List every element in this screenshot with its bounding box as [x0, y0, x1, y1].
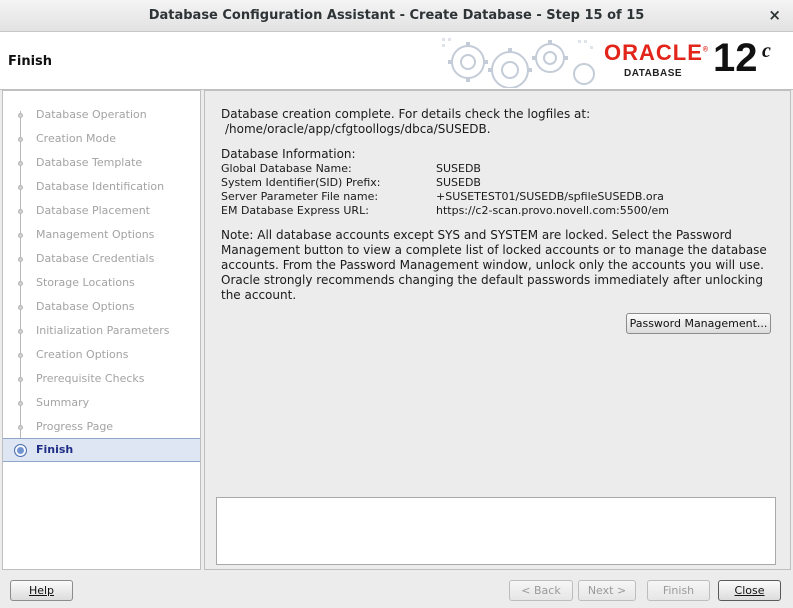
header-banner: Finish ORACLE® DATABASE 12 c — [0, 32, 793, 90]
step-dot-icon — [18, 233, 23, 238]
info-key: System Identifier(SID) Prefix: — [221, 176, 381, 189]
oracle-logo-word: ORACLE® — [604, 40, 710, 65]
step-dot-icon — [18, 305, 23, 310]
nav-step-management-options: Management Options — [3, 223, 200, 247]
step-dot-icon — [18, 161, 23, 166]
version-suffix: c — [762, 40, 771, 62]
info-row-spfile: Server Parameter File name: +SUSETEST01/… — [221, 190, 664, 203]
info-value: SUSEDB — [436, 176, 481, 189]
message-area — [216, 497, 776, 565]
info-value: +SUSETEST01/SUSEDB/spfileSUSEDB.ora — [436, 190, 664, 203]
version-number: 12 — [713, 36, 758, 80]
nav-step-database-identification: Database Identification — [3, 175, 200, 199]
gears-icon — [442, 38, 595, 88]
nav-step-database-options: Database Options — [3, 295, 200, 319]
password-management-button[interactable]: Password Management... — [626, 313, 771, 334]
step-dot-icon — [18, 353, 23, 358]
window-title: Database Configuration Assistant - Creat… — [148, 8, 645, 23]
nav-step-prerequisite-checks: Prerequisite Checks — [3, 367, 200, 391]
back-button[interactable]: < Back — [509, 580, 573, 601]
step-dot-icon — [18, 281, 23, 286]
nav-step-creation-options: Creation Options — [3, 343, 200, 367]
help-button[interactable]: Help — [10, 580, 73, 601]
nav-step-database-operation: Database Operation — [3, 103, 200, 127]
nav-step-database-placement: Database Placement — [3, 199, 200, 223]
logfile-path: /home/oracle/app/cfgtoollogs/dbca/SUSEDB… — [225, 122, 491, 136]
next-button[interactable]: Next > — [578, 580, 636, 601]
info-value: https://c2-scan.provo.novell.com:5500/em — [436, 204, 669, 217]
info-row-global-db-name: Global Database Name: SUSEDB — [221, 162, 481, 175]
info-key: Server Parameter File name: — [221, 190, 379, 203]
step-navigation: Database Operation Creation Mode Databas… — [2, 90, 201, 570]
locked-accounts-note: Note: All database accounts except SYS a… — [221, 228, 767, 302]
step-dot-icon — [18, 329, 23, 334]
oracle-logo: ORACLE® DATABASE — [604, 40, 708, 84]
step-dot-icon — [18, 185, 23, 190]
page-title: Finish — [8, 54, 53, 69]
info-heading: Database Information: — [221, 147, 356, 161]
step-dot-icon — [18, 137, 23, 142]
info-row-em-url: EM Database Express URL: https://c2-scan… — [221, 204, 669, 217]
step-dot-icon — [18, 425, 23, 430]
nav-step-summary: Summary — [3, 391, 200, 415]
step-dot-icon — [18, 401, 23, 406]
nav-step-database-credentials: Database Credentials — [3, 247, 200, 271]
nav-step-finish: Finish — [3, 438, 200, 462]
nav-step-storage-locations: Storage Locations — [3, 271, 200, 295]
window-close-icon[interactable]: × — [768, 6, 781, 24]
nav-step-initialization-parameters: Initialization Parameters — [3, 319, 200, 343]
step-dot-icon — [18, 209, 23, 214]
window-titlebar: Database Configuration Assistant - Creat… — [0, 0, 793, 32]
info-row-sid-prefix: System Identifier(SID) Prefix: SUSEDB — [221, 176, 481, 189]
step-dot-icon — [18, 377, 23, 382]
oracle-logo-database: DATABASE — [624, 68, 683, 79]
nav-step-creation-mode: Creation Mode — [3, 127, 200, 151]
nav-step-database-template: Database Template — [3, 151, 200, 175]
completion-message: Database creation complete. For details … — [221, 107, 591, 121]
info-value: SUSEDB — [436, 162, 481, 175]
current-step-icon — [14, 444, 27, 457]
finish-button[interactable]: Finish — [647, 580, 710, 601]
step-dot-icon — [18, 113, 23, 118]
nav-step-progress-page: Progress Page — [3, 415, 200, 439]
info-key: EM Database Express URL: — [221, 204, 369, 217]
step-dot-icon — [18, 257, 23, 262]
close-button[interactable]: Close — [718, 580, 781, 601]
info-key: Global Database Name: — [221, 162, 352, 175]
